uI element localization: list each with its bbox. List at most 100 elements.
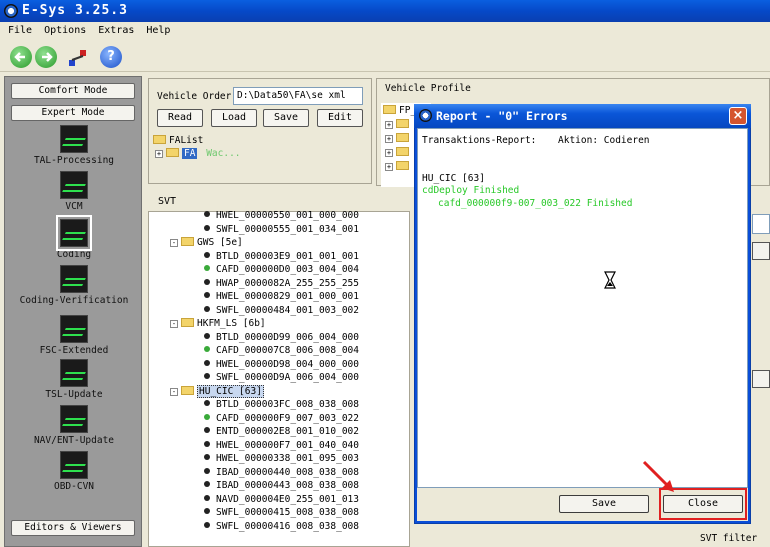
svt-sgbm-item[interactable]: ENTD_000002E8_001_010_002: [204, 426, 359, 439]
svt-ecu-label: HU_CIC [63]: [197, 384, 264, 398]
oscilloscope-icon: [60, 171, 88, 199]
folder-icon: [396, 161, 409, 170]
status-dot-icon: [204, 427, 210, 433]
edit-button[interactable]: Edit: [317, 109, 363, 127]
back-arrow-icon[interactable]: [10, 46, 32, 68]
svt-ecu-node[interactable]: - HU_CIC [63]: [170, 384, 264, 399]
folder-icon: [153, 135, 166, 144]
svt-ecu-node[interactable]: - GWS [5e]: [170, 237, 243, 250]
module-tal-processing[interactable]: TAL-Processing: [5, 125, 143, 166]
collapse-icon[interactable]: -: [170, 387, 178, 396]
svt-sgbm-item[interactable]: IBAD_00000443_008_038_008: [204, 480, 359, 493]
svt-sgbm-item[interactable]: CAFD_000007C8_006_008_004: [204, 345, 359, 358]
fa-node[interactable]: + FA Wac...: [155, 148, 241, 161]
module-obd-cvn[interactable]: OBD-CVN: [5, 451, 143, 492]
svt-ecu-label: HKFM_LS [6b]: [197, 318, 266, 329]
menu-extras[interactable]: Extras: [90, 22, 138, 36]
profile-node[interactable]: +: [385, 161, 412, 174]
expand-icon[interactable]: +: [385, 135, 393, 143]
svt-sgbm-item[interactable]: SWFL_00000555_001_034_001: [204, 224, 359, 237]
svt-sgbm-item[interactable]: HWAP_0000082A_255_255_255: [204, 278, 359, 291]
comfort-mode-button[interactable]: Comfort Mode: [11, 83, 135, 99]
collapse-icon[interactable]: -: [170, 320, 178, 328]
cafd-status: cafd_000000f9-007_003_022 Finished: [438, 198, 633, 209]
svt-sgbm-item[interactable]: BTLD_000003E9_001_001_001: [204, 251, 359, 264]
svt-sgbm-label: CAFD_000000F9_007_003_022: [216, 412, 359, 424]
svt-ecu-node[interactable]: - HKFM_LS [6b]: [170, 318, 266, 331]
module-nav-ent-update[interactable]: NAV/ENT-Update: [5, 405, 143, 446]
module-vcm[interactable]: VCM: [5, 171, 143, 212]
module-label: Coding: [56, 249, 92, 260]
help-icon[interactable]: ?: [100, 46, 122, 68]
svt-sgbm-item[interactable]: BTLD_000003FC_008_038_008: [204, 399, 359, 412]
status-dot-icon: [204, 278, 210, 285]
svt-sgbm-label: HWEL_00000550_001_000_000: [216, 210, 359, 221]
status-dot-icon: [204, 373, 210, 379]
expert-mode-button[interactable]: Expert Mode: [11, 105, 135, 121]
action-label: Aktion: Codieren: [558, 135, 650, 146]
right-field[interactable]: [752, 214, 770, 234]
svt-sgbm-item[interactable]: HWEL_000000F7_001_040_040: [204, 440, 359, 453]
network-connect-icon[interactable]: [68, 48, 88, 68]
save-fa-button[interactable]: Save: [263, 109, 309, 127]
folder-icon: [396, 133, 409, 142]
oscilloscope-icon: [60, 405, 88, 433]
status-dot-icon: [204, 346, 210, 352]
menu-file[interactable]: File: [0, 22, 36, 36]
right-button[interactable]: [752, 370, 770, 388]
read-button[interactable]: Read: [157, 109, 203, 127]
close-icon[interactable]: ×: [729, 107, 747, 125]
expand-icon[interactable]: +: [155, 150, 163, 158]
menu-options[interactable]: Options: [36, 22, 90, 36]
forward-arrow-icon[interactable]: [35, 46, 57, 68]
expand-icon[interactable]: +: [385, 121, 393, 129]
svt-sgbm-label: SWFL_00000555_001_034_001: [216, 223, 359, 235]
load-button[interactable]: Load: [211, 109, 257, 127]
folder-icon: [181, 237, 194, 246]
red-arrow-annotation: [640, 458, 680, 494]
collapse-icon[interactable]: -: [170, 239, 178, 247]
fa-path-field[interactable]: D:\Data50\FA\se xml: [233, 87, 363, 105]
report-content: Transaktions-Report: Aktion: Codieren HU…: [417, 128, 748, 488]
hourglass-icon: [604, 271, 616, 289]
svt-sgbm-label: BTLD_00000D99_006_004_000: [216, 331, 359, 343]
svt-sgbm-item[interactable]: CAFD_000000F9_007_003_022: [204, 413, 359, 426]
save-report-button[interactable]: Save: [559, 495, 649, 513]
svt-sgbm-item[interactable]: NAVD_000004E0_255_001_013: [204, 494, 359, 507]
right-button[interactable]: [752, 242, 770, 260]
svt-sgbm-item[interactable]: CAFD_000000D0_003_004_004: [204, 264, 359, 277]
report-ecu: HU_CIC [63]: [422, 173, 485, 184]
expand-icon[interactable]: +: [385, 149, 393, 157]
svt-sgbm-item[interactable]: IBAD_00000440_008_038_008: [204, 467, 359, 480]
svt-sgbm-item[interactable]: SWFL_00000484_001_003_002: [204, 305, 359, 318]
app-logo-icon: [419, 109, 432, 122]
expand-icon[interactable]: +: [385, 163, 393, 171]
report-dialog-titlebar: Report - "0" Errors ×: [414, 104, 751, 128]
module-coding-verification[interactable]: Coding-Verification: [5, 265, 143, 306]
svt-sgbm-item[interactable]: HWEL_00000829_001_000_001: [204, 291, 359, 304]
svt-sgbm-item[interactable]: SWFL_00000415_008_038_008: [204, 507, 359, 520]
svt-sgbm-item[interactable]: SWFL_00000D9A_006_004_000: [204, 372, 359, 385]
module-label: OBD-CVN: [53, 481, 95, 492]
module-tsl-update[interactable]: TSL-Update: [5, 359, 143, 400]
svt-sgbm-item[interactable]: BTLD_00000D99_006_004_000: [204, 332, 359, 345]
svt-sgbm-item[interactable]: SWFL_00000416_008_038_008: [204, 521, 359, 534]
close-report-button[interactable]: Close: [663, 495, 743, 513]
status-dot-icon: [204, 400, 210, 406]
menu-bar: File Options Extras Help: [0, 22, 770, 40]
profile-node[interactable]: +: [385, 147, 412, 160]
profile-node[interactable]: +: [385, 133, 412, 146]
svt-sgbm-label: ENTD_000002E8_001_010_002: [216, 426, 359, 437]
module-fsc-extended[interactable]: FSC-Extended: [5, 315, 143, 356]
editors-viewers-button[interactable]: Editors & Viewers: [11, 520, 135, 536]
module-coding[interactable]: Coding: [5, 215, 143, 260]
svt-sgbm-item[interactable]: HWEL_00000338_001_095_003: [204, 453, 359, 466]
profile-node[interactable]: +: [385, 119, 412, 132]
falist-node[interactable]: FAList: [153, 135, 203, 148]
menu-help[interactable]: Help: [138, 22, 174, 36]
svt-sgbm-item[interactable]: HWEL_00000D98_004_000_000: [204, 359, 359, 372]
status-dot-icon: [204, 413, 210, 420]
toolbar: ?: [0, 40, 770, 72]
svt-sgbm-item[interactable]: HWEL_00000550_001_000_000: [204, 210, 359, 223]
svt-sgbm-label: HWAP_0000082A_255_255_255: [216, 277, 359, 289]
